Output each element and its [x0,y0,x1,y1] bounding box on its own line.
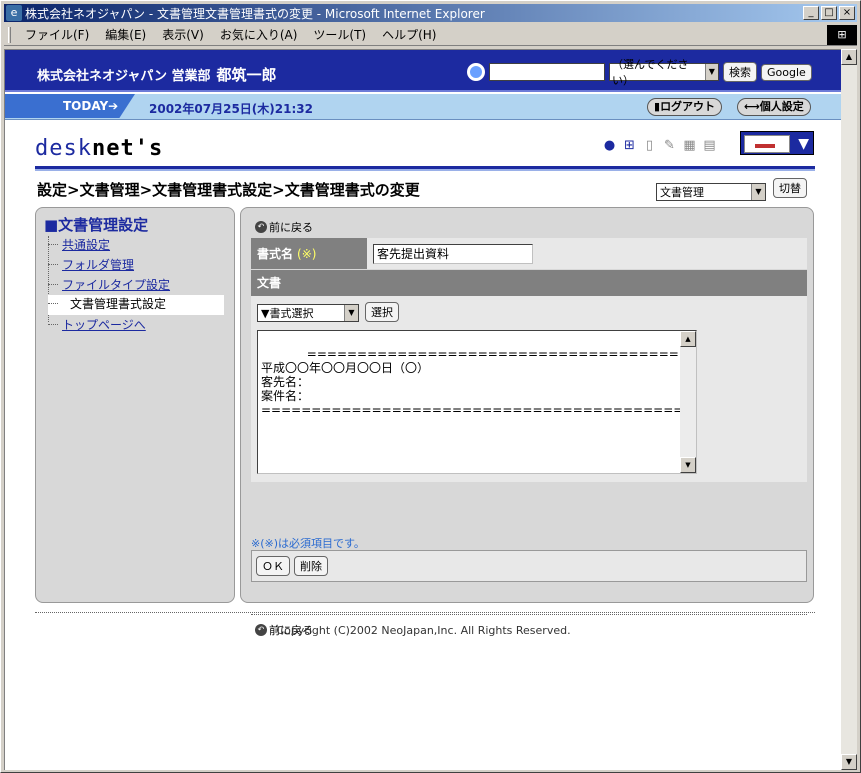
sidebar-item-common[interactable]: 共通設定 [48,236,110,253]
sidebar-item-format: 文書管理書式設定 [48,295,224,315]
ok-button[interactable]: ＯＫ [256,556,290,576]
function-select[interactable]: 文書管理 ▼ [656,183,766,201]
menu-file[interactable]: ファイル(F) [17,26,97,43]
search-input[interactable] [489,63,605,81]
name-label-text: 書式名 [257,247,294,261]
chevron-down-icon: ▼ [751,184,765,200]
top-header: 株式会社ネオジャパン 営業部 都筑一郎 （選んでください） ▼ 検索 Google [5,50,841,92]
name-value-cell: 客先提出資料 [367,238,807,269]
delete-button[interactable]: 削除 [294,556,328,576]
today-tab: TODAY➔ [5,94,135,118]
scroll-up-icon[interactable]: ▲ [680,331,696,347]
search-area: （選んでください） ▼ 検索 Google [467,58,812,87]
desknets-logo[interactable]: desknet's [35,136,163,161]
switch-button[interactable]: 切替 [773,178,807,198]
company-name: 株式会社ネオジャパン 営業部 [37,69,211,84]
menu-help[interactable]: ヘルプ(H) [374,26,444,43]
logout-button[interactable]: ▮ログアウト [647,98,723,116]
scroll-up-icon[interactable]: ▲ [841,49,857,65]
sidebar: ■文書管理設定 共通設定 フォルダ管理 ファイルタイプ設定 文書管理書式設定 ト… [35,207,235,603]
menu-favorites[interactable]: お気に入り(A) [212,26,306,43]
name-label: 書式名 (※) [251,238,367,269]
search-select-value: （選んでください） [612,58,689,87]
back-label: 前に戻る [269,221,313,234]
search-button[interactable]: 検索 [723,62,757,82]
network-icon[interactable]: ⊞ [622,138,637,154]
content-panel: ↶ 前に戻る 書式名 (※) 客先提出資料 文書 ▼書式選択 ▼ 選択 =======… [240,207,814,637]
back-link-top[interactable]: ↶ 前に戻る [255,219,313,235]
back-arrow-icon: ↶ [255,221,267,233]
menu-bar: ファイル(F) 編集(E) 表示(V) お気に入り(A) ツール(T) ヘルプ(… [4,24,857,46]
edit-icon[interactable]: ✎ [662,138,677,154]
title-bar: e 株式会社ネオジャパン - 文書管理文書管理書式の変更 - Microsoft… [4,4,857,22]
name-row: 書式名 (※) 客先提出資料 [251,238,807,270]
today-bar: TODAY➔ 2002年07月25日(木)21:32 ▮ログアウト ⟷個人設定 [5,94,841,120]
user-name: 都筑一郎 [216,66,277,84]
menu-edit[interactable]: 編集(E) [97,26,154,43]
document-section-header: 文書 [251,270,807,296]
chevron-down-icon: ▼ [798,136,809,152]
browser-window: e 株式会社ネオジャパン - 文書管理文書管理書式の変更 - Microsoft… [0,0,861,773]
chevron-down-icon: ▼ [344,305,358,321]
menu-grip [8,26,11,43]
divider-line-light [35,169,815,171]
logout-label: ログアウト [660,100,716,113]
window-title: 株式会社ネオジャパン - 文書管理文書管理書式の変更 - Microsoft I… [25,6,485,21]
scroll-down-icon[interactable]: ▼ [680,457,696,473]
document-area: ▼書式選択 ▼ 選択 ==============================… [251,296,807,482]
copyright: Copyright (C)2002 NeoJapan,Inc. All Righ… [276,624,571,637]
page-scrollbar[interactable]: ▲ ▼ [841,49,857,770]
textarea-scrollbar[interactable]: ▲ ▼ [680,331,696,473]
scroll-down-icon[interactable]: ▼ [841,754,857,770]
minimize-button[interactable]: _ [803,6,819,20]
sidebar-item-top[interactable]: トップページへ [48,316,146,333]
search-icon [467,63,485,81]
logo-part1: desk [35,136,92,161]
windows-logo-icon: ⊞ [827,24,857,45]
chevron-down-icon: ▼ [704,64,718,80]
table-icon[interactable]: ▦ [682,138,697,154]
menu-view[interactable]: 表示(V) [154,26,212,43]
current-date: 2002年07月25日(木)21:32 [149,102,313,116]
format-name-input[interactable]: 客先提出資料 [373,243,533,264]
select-button[interactable]: 選択 [365,302,399,322]
person-icon[interactable]: ● [602,138,617,154]
company-user: 株式会社ネオジャパン 営業部 都筑一郎 [37,64,277,85]
google-button[interactable]: Google [761,63,812,81]
breadcrumb: 設定>文書管理>文書管理書式設定>文書管理書式の変更 [37,181,420,199]
document-body-text: ========================================… [261,347,697,417]
required-mark: (※) [297,246,317,261]
action-row: ＯＫ 削除 [251,550,807,582]
personal-label: 個人設定 [759,100,804,113]
sidebar-title: ■文書管理設定 [44,216,149,234]
maximize-button[interactable]: □ [821,6,837,20]
document-icon[interactable]: ▯ [642,138,657,154]
dotted-separator [251,614,807,615]
stack-icon[interactable]: ▤ [702,138,717,154]
menu-tools[interactable]: ツール(T) [305,26,374,43]
app-icons: ● ⊞ ▯ ✎ ▦ ▤ [602,138,717,154]
format-select-value: ▼書式選択 [261,307,314,320]
document-body-textarea[interactable]: ========================================… [257,330,697,474]
ie-icon: e [6,5,22,21]
page-viewport: 株式会社ネオジャパン 営業部 都筑一郎 （選んでください） ▼ 検索 Google … [4,49,841,770]
footer-separator [35,612,815,613]
panel-selector[interactable]: ▼ [740,131,814,155]
format-select[interactable]: ▼書式選択 ▼ [257,304,359,322]
function-select-value: 文書管理 [660,186,704,199]
logo-part2: net's [91,136,164,161]
sidebar-item-filetype[interactable]: ファイルタイプ設定 [48,276,170,293]
panel-preview-icon [744,135,790,153]
sidebar-item-folder[interactable]: フォルダ管理 [48,256,134,273]
close-button[interactable]: × [839,6,855,20]
personal-settings-button[interactable]: ⟷個人設定 [737,98,811,116]
logo-bar: desknet's ● ⊞ ▯ ✎ ▦ ▤ ▼ [5,126,841,166]
format-form: 書式名 (※) 客先提出資料 文書 ▼書式選択 ▼ 選択 =============… [251,238,807,482]
search-engine-select[interactable]: （選んでください） ▼ [609,58,719,87]
required-note: ※(※)は必須項目です。 [251,537,365,550]
